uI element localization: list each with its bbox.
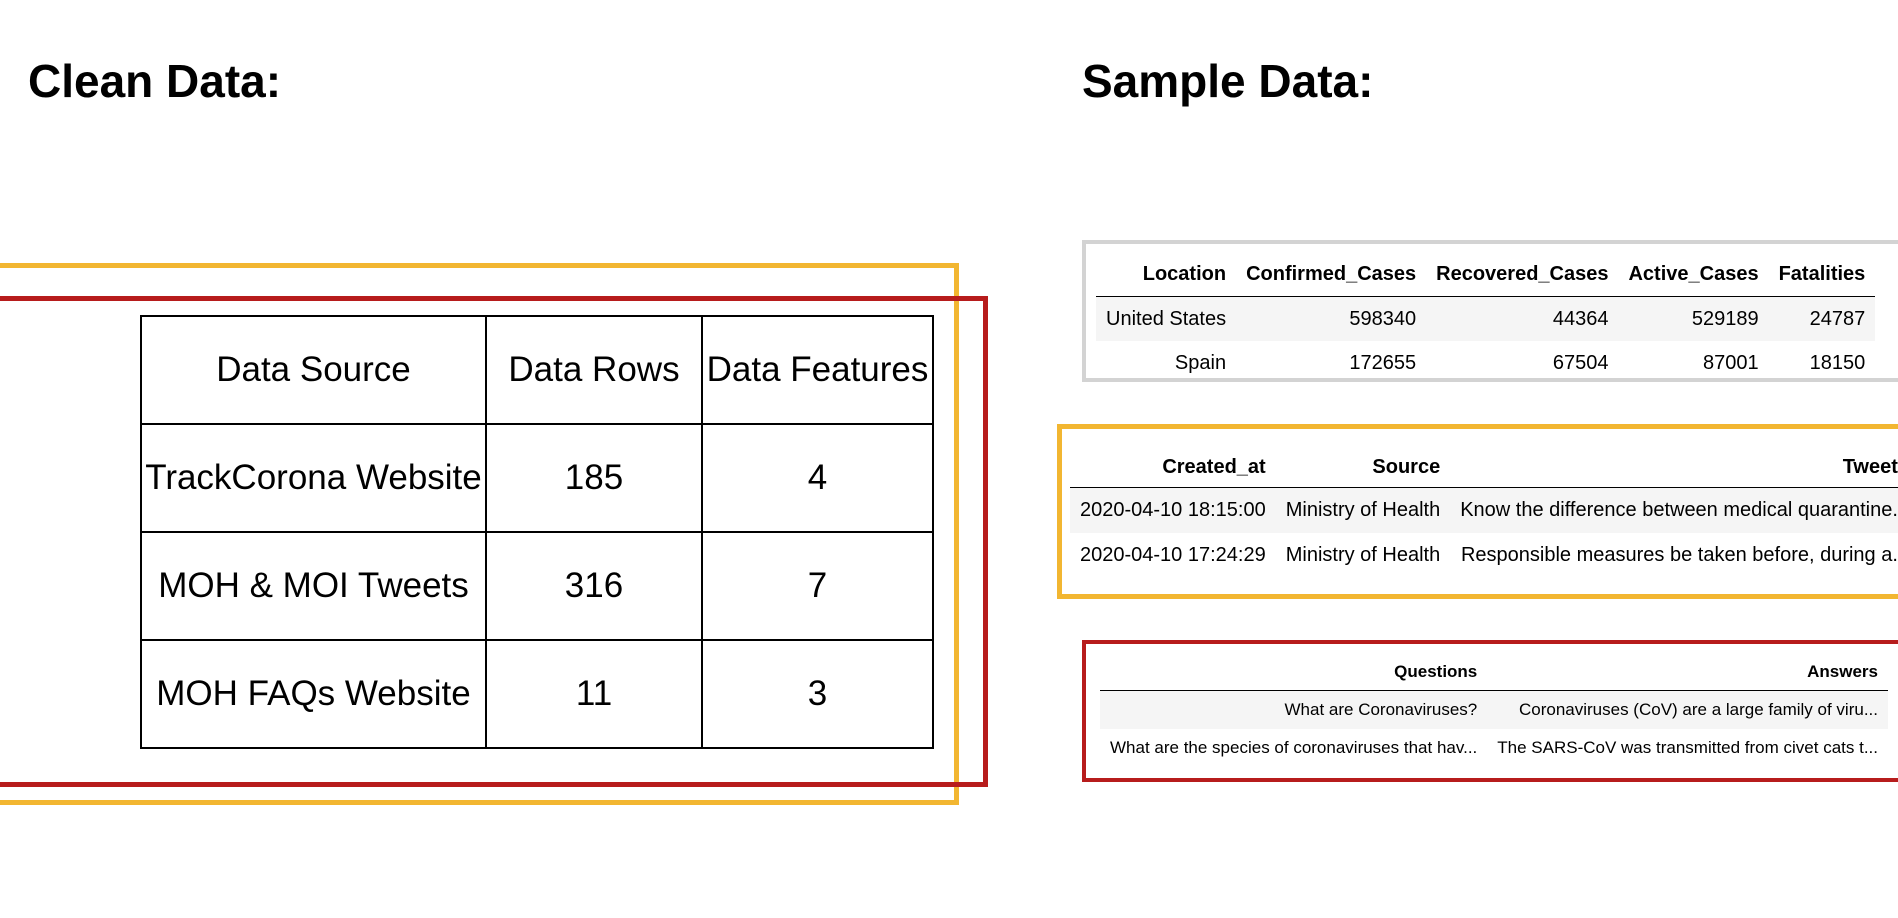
table-row: MOH & MOI Tweets 316 7 — [140, 531, 934, 641]
cell-source: Ministry of Health — [1275, 487, 1451, 533]
summary-header-row: Data Source Data Rows Data Features — [140, 315, 934, 425]
column-header-data-features: Data Features — [701, 315, 934, 425]
cell-data-source: MOH & MOI Tweets — [140, 531, 487, 641]
sample-data-heading: Sample Data: — [1082, 55, 1374, 107]
cell-recovered-cases: 67504 — [1552, 351, 1609, 374]
cell-data-rows: 185 — [485, 423, 703, 533]
cell-question: What are the species of coronaviruses th… — [1110, 738, 1478, 757]
table-row: MOH FAQs Website 11 3 — [140, 639, 934, 749]
table-row: Spain 172655 67504 87001 18150 — [1096, 341, 1875, 378]
cell-data-features: 3 — [701, 639, 934, 749]
column-header-tweets: Tweets — [1450, 447, 1898, 488]
cell-confirmed-cases: 598340 — [1236, 296, 1427, 341]
table-row: 2020-04-10 18:15:00 Ministry of Health K… — [1070, 487, 1898, 533]
column-header-data-source: Data Source — [140, 315, 487, 425]
tweets-header-row: Created_at Source Tweets — [1070, 447, 1898, 488]
cell-fatalities: 18150 — [1809, 351, 1866, 374]
column-header-answers: Answers — [1487, 654, 1888, 691]
column-header-location: Location — [1096, 252, 1237, 297]
cell-question: What are Coronaviruses? — [1100, 690, 1488, 729]
cell-data-features: 7 — [701, 531, 934, 641]
cell-data-rows: 316 — [485, 531, 703, 641]
cell-active-cases: 87001 — [1702, 351, 1759, 374]
clean-data-heading: Clean Data: — [28, 55, 282, 107]
tweets-sample-table: Created_at Source Tweets 2020-04-10 18:1… — [1070, 447, 1898, 578]
table-row: TrackCorona Website 185 4 — [140, 423, 934, 533]
cell-tweet-text: Know the difference between medical quar… — [1450, 487, 1898, 533]
clean-data-summary-table: Data Source Data Rows Data Features Trac… — [140, 315, 934, 749]
cell-confirmed-cases: 172655 — [1349, 351, 1417, 374]
faqs-header-row: Questions Answers — [1100, 654, 1888, 691]
cases-sample-table: Location Confirmed_Cases Recovered_Cases… — [1096, 252, 1876, 378]
cell-created-at: 2020-04-10 17:24:29 — [1080, 544, 1266, 566]
cell-location: Spain — [1174, 351, 1227, 374]
cell-answer: Coronaviruses (CoV) are a large family o… — [1487, 690, 1888, 729]
cases-header-row: Location Confirmed_Cases Recovered_Cases… — [1096, 252, 1876, 297]
column-header-questions: Questions — [1100, 654, 1488, 691]
cell-answer: The SARS-CoV was transmitted from civet … — [1497, 738, 1878, 757]
cell-data-source: MOH FAQs Website — [140, 639, 487, 749]
cell-data-rows: 11 — [485, 639, 703, 749]
column-header-source: Source — [1275, 447, 1451, 488]
cell-created-at: 2020-04-10 18:15:00 — [1070, 487, 1276, 533]
column-header-recovered-cases: Recovered_Cases — [1426, 252, 1619, 297]
cell-tweet-text: Responsible measures be taken before, du… — [1460, 544, 1898, 566]
column-header-confirmed-cases: Confirmed_Cases — [1236, 252, 1427, 297]
cell-active-cases: 529189 — [1618, 296, 1769, 341]
cases-sample-frame: Location Confirmed_Cases Recovered_Cases… — [1082, 240, 1898, 382]
tweets-sample-frame: Created_at Source Tweets 2020-04-10 18:1… — [1057, 424, 1898, 599]
faqs-sample-table: Questions Answers What are Coronaviruses… — [1100, 654, 1888, 767]
cell-data-source: TrackCorona Website — [140, 423, 487, 533]
column-header-active-cases: Active_Cases — [1618, 252, 1769, 297]
column-header-created-at: Created_at — [1070, 447, 1276, 488]
table-row: What are Coronaviruses? Coronaviruses (C… — [1100, 690, 1888, 729]
cell-location: United States — [1096, 296, 1237, 341]
cell-fatalities: 24787 — [1768, 296, 1876, 341]
table-row: 2020-04-10 17:24:29 Ministry of Health R… — [1070, 533, 1898, 578]
cell-source: Ministry of Health — [1285, 544, 1441, 566]
faqs-sample-frame: Questions Answers What are Coronaviruses… — [1082, 640, 1898, 782]
cell-recovered-cases: 44364 — [1426, 296, 1619, 341]
cell-data-features: 4 — [701, 423, 934, 533]
table-row: United States 598340 44364 529189 24787 — [1096, 296, 1876, 341]
table-row: What are the species of coronaviruses th… — [1100, 729, 1888, 767]
column-header-fatalities: Fatalities — [1768, 252, 1876, 297]
column-header-data-rows: Data Rows — [485, 315, 703, 425]
